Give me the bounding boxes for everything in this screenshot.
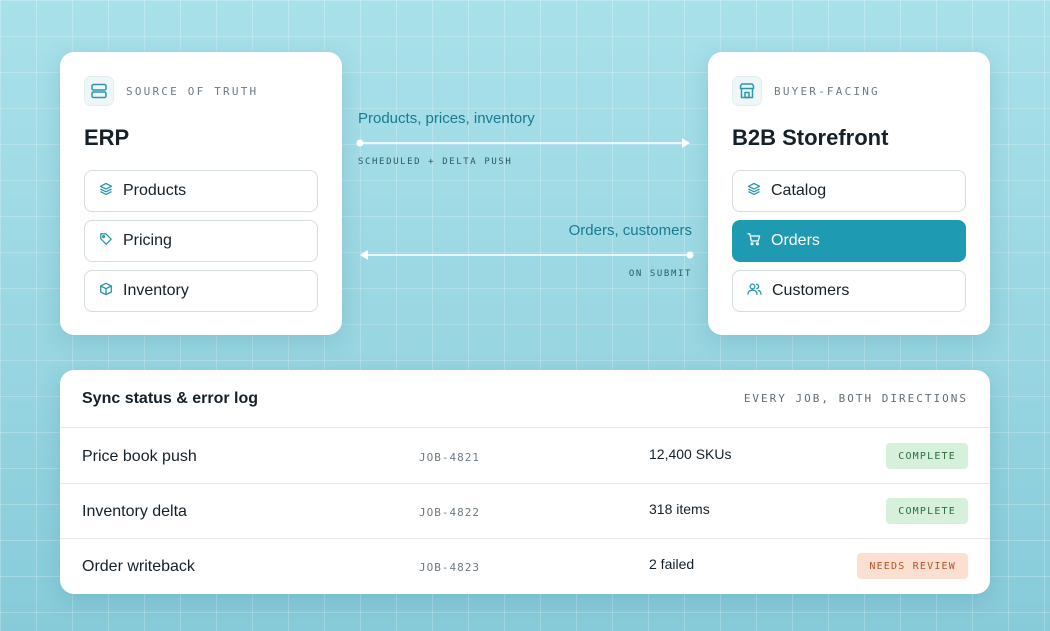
erp-card: SOURCE OF TRUTH ERP Products Pricing Inv…	[60, 52, 342, 335]
users-icon	[747, 282, 762, 301]
inbound-flow-sub: ON SUBMIT	[628, 269, 692, 279]
table-row[interactable]: Order writeback JOB-4823 2 failed NEEDS …	[60, 539, 990, 594]
outbound-flow-label: Products, prices, inventory	[358, 110, 535, 127]
storefront-item-customers[interactable]: Customers	[732, 270, 966, 312]
erp-eyebrow: SOURCE OF TRUTH	[126, 84, 259, 98]
sync-log-title: Sync status & error log	[82, 390, 259, 407]
job-id: JOB-4821	[419, 451, 480, 464]
server-icon	[84, 76, 114, 106]
job-name: Order writeback	[82, 558, 195, 575]
storefront-item-orders[interactable]: Orders	[732, 220, 966, 262]
storefront-item-label: Customers	[772, 282, 850, 299]
status-badge: NEEDS REVIEW	[857, 553, 968, 579]
job-name: Price book push	[82, 448, 197, 465]
job-id: JOB-4822	[419, 506, 480, 519]
outbound-arrow	[356, 138, 690, 148]
erp-item-products[interactable]: Products	[84, 170, 318, 212]
box-icon	[99, 282, 113, 301]
storefront-item-catalog[interactable]: Catalog	[732, 170, 966, 212]
store-icon	[732, 76, 762, 106]
storefront-title: B2B Storefront	[732, 125, 889, 150]
erp-item-label: Products	[123, 182, 187, 199]
job-count: 318 items	[649, 501, 710, 517]
erp-item-inventory[interactable]: Inventory	[84, 270, 318, 312]
table-row[interactable]: Price book push JOB-4821 12,400 SKUs COM…	[60, 429, 990, 484]
storefront-item-label: Orders	[771, 232, 820, 249]
erp-title: ERP	[84, 125, 130, 150]
inbound-arrow	[360, 250, 694, 260]
table-row[interactable]: Inventory delta JOB-4822 318 items COMPL…	[60, 484, 990, 539]
sync-log-card: Sync status & error log EVERY JOB, BOTH …	[60, 370, 990, 594]
job-id: JOB-4823	[419, 561, 480, 574]
job-count: 12,400 SKUs	[649, 446, 732, 462]
layers-icon	[99, 182, 113, 201]
layers-icon	[747, 182, 761, 201]
sync-log-caption: EVERY JOB, BOTH DIRECTIONS	[743, 392, 968, 405]
storefront-eyebrow: BUYER-FACING	[774, 84, 880, 98]
cart-icon	[747, 232, 761, 251]
storefront-card: BUYER-FACING B2B Storefront Catalog Orde…	[708, 52, 990, 335]
erp-item-pricing[interactable]: Pricing	[84, 220, 318, 262]
job-name: Inventory delta	[82, 503, 187, 520]
erp-item-label: Pricing	[123, 232, 172, 249]
erp-card-header: SOURCE OF TRUTH	[84, 76, 258, 106]
outbound-flow-sub: SCHEDULED + DELTA PUSH	[358, 157, 513, 167]
tag-icon	[99, 232, 113, 251]
status-badge: COMPLETE	[886, 443, 968, 469]
inbound-flow-label: Orders, customers	[568, 222, 692, 239]
storefront-item-label: Catalog	[771, 182, 827, 199]
sync-log-header: Sync status & error log EVERY JOB, BOTH …	[60, 370, 990, 428]
erp-item-label: Inventory	[123, 282, 189, 299]
status-badge: COMPLETE	[886, 498, 968, 524]
storefront-card-header: BUYER-FACING	[732, 76, 880, 106]
job-count: 2 failed	[649, 556, 695, 572]
